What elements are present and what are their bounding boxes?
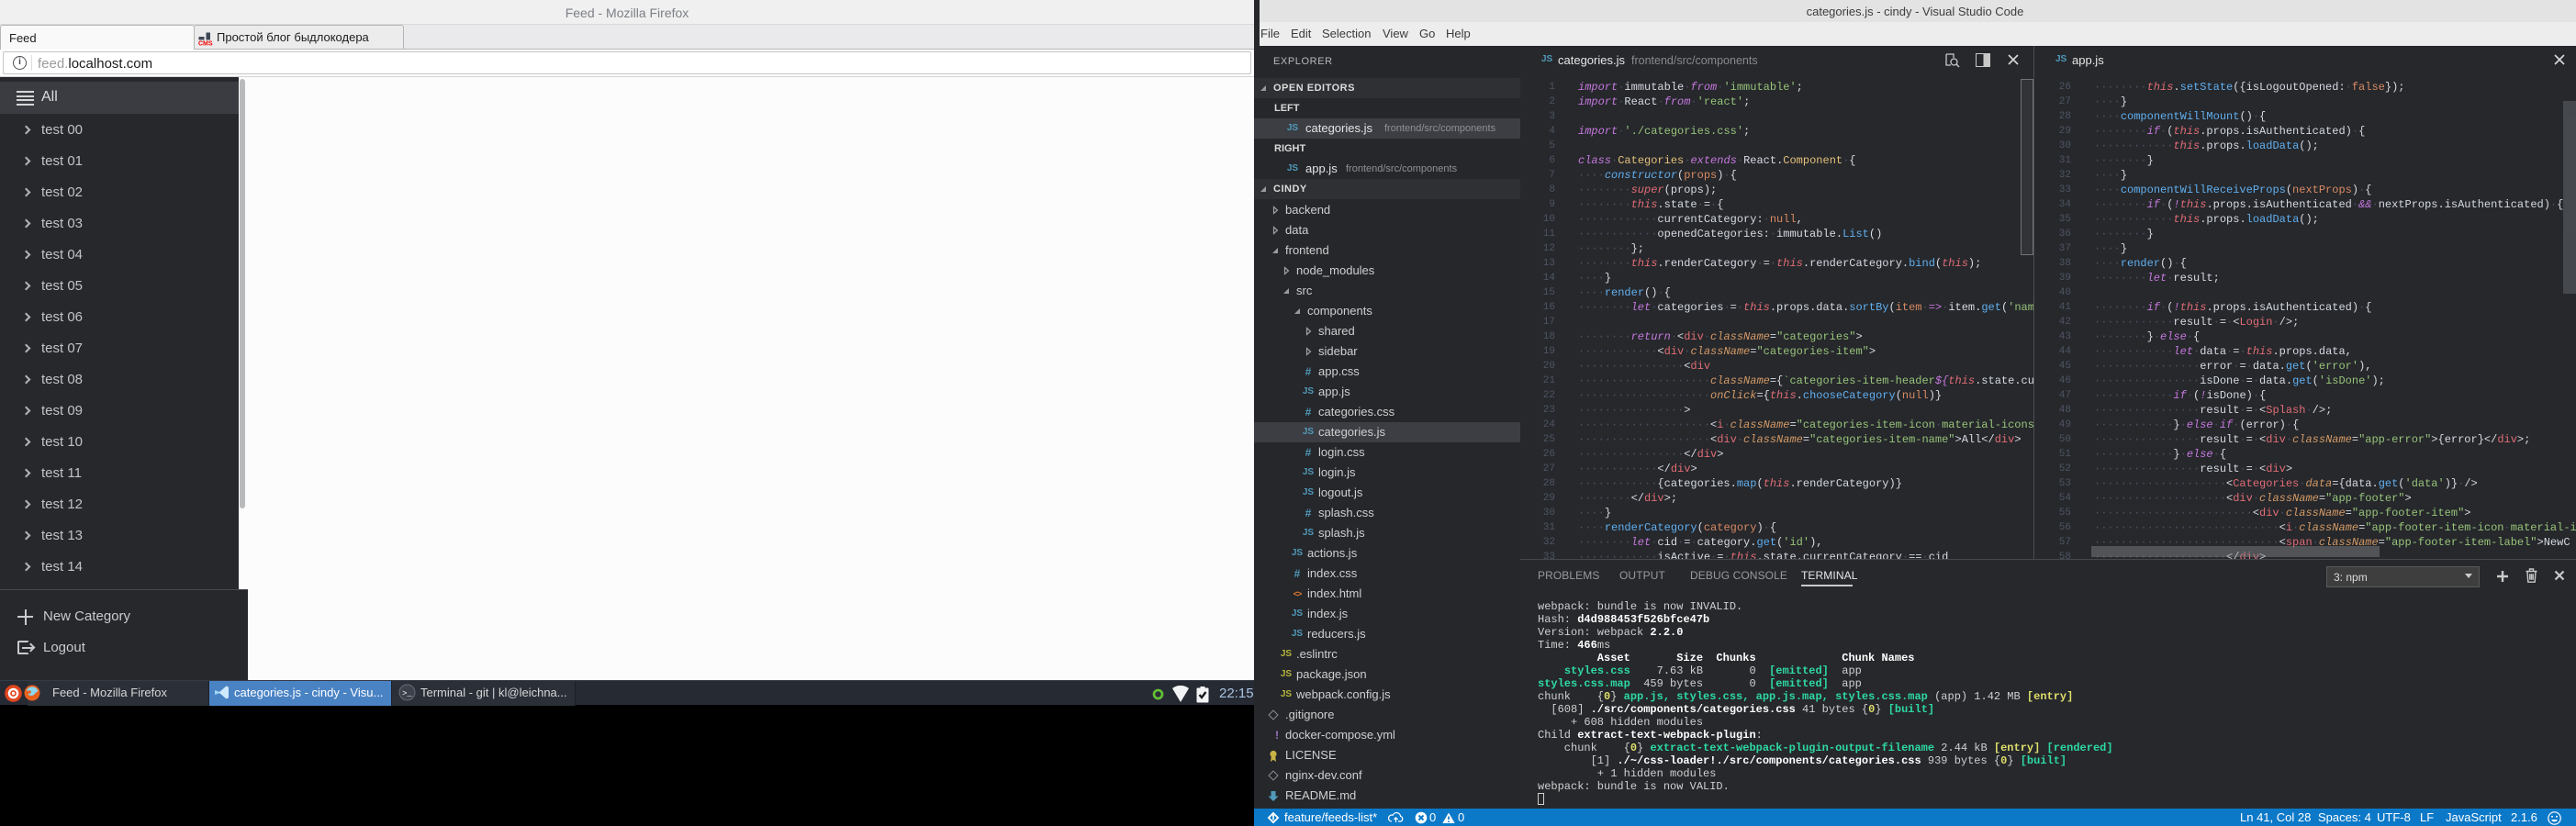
svg-text:>_: >_: [402, 689, 412, 698]
svg-text:CMS: CMS: [198, 41, 213, 47]
